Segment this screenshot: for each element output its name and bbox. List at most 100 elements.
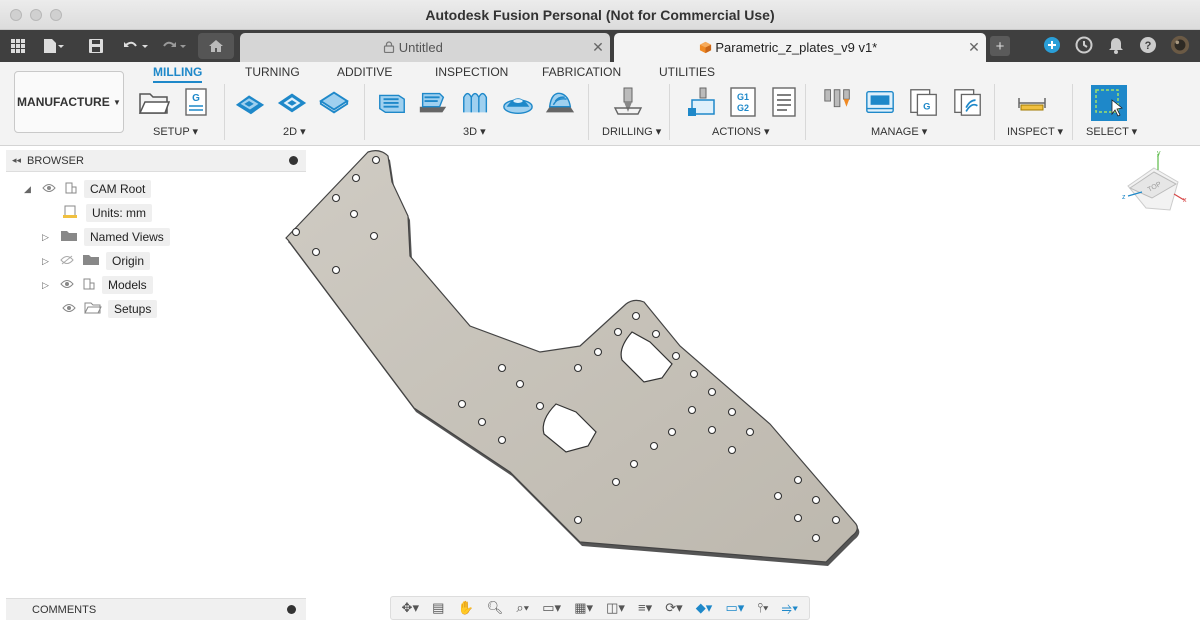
2d-face-icon[interactable] — [318, 86, 350, 118]
plate-hole — [351, 173, 361, 183]
viewports-icon[interactable]: ◫▾ — [606, 600, 625, 616]
user-avatar[interactable] — [1170, 35, 1190, 55]
group-select-label[interactable]: SELECT ▾ — [1086, 125, 1137, 138]
plate-model[interactable]: TOP y z x — [0, 146, 1200, 630]
tool-library-icon[interactable] — [822, 86, 854, 118]
plate-hole — [687, 405, 697, 415]
collapse-browser-icon[interactable]: ◂◂ — [12, 155, 21, 166]
plate-hole — [811, 533, 821, 543]
machine-display-icon[interactable]: ▭▾ — [725, 600, 744, 616]
post-process-icon[interactable]: G1 G2 — [727, 86, 759, 118]
section-analysis-icon[interactable]: ≡▾ — [638, 600, 652, 616]
group-2d-label[interactable]: 2D ▾ — [283, 125, 306, 138]
close-tab-untitled-icon[interactable]: ✕ — [586, 39, 610, 56]
browser-panel-header[interactable]: ◂◂ BROWSER — [6, 150, 306, 172]
workspace-label: MANUFACTURE — [17, 95, 110, 109]
3d-scallop-icon[interactable] — [544, 86, 576, 118]
notifications-bell-icon[interactable] — [1106, 35, 1126, 55]
zoom-icon[interactable]: 🔍︎ — [487, 600, 504, 616]
tree-item-cam-root[interactable]: ◢ CAM Root — [24, 179, 152, 199]
redo-icon[interactable] — [160, 37, 188, 55]
toolpath-display-icon[interactable]: ⥤▾ — [782, 600, 799, 616]
tree-item-models[interactable]: ▷ Models — [42, 275, 153, 295]
new-tab-icon[interactable]: + — [990, 36, 1010, 56]
hidden-eye-icon[interactable] — [60, 254, 74, 268]
2d-adaptive-icon[interactable] — [234, 86, 266, 118]
view-cube[interactable]: TOP y z x — [1122, 150, 1187, 211]
rotate-view-icon[interactable]: ⟳▾ — [665, 600, 682, 616]
pan-hand-icon[interactable]: ✋ — [457, 600, 473, 616]
close-tab-parametric-icon[interactable]: ✕ — [962, 39, 986, 56]
plate-hole — [477, 417, 487, 427]
drill-icon[interactable] — [612, 86, 644, 118]
plate-hole — [629, 459, 639, 469]
template-library-icon[interactable] — [952, 86, 984, 118]
nc-program-icon[interactable]: G — [180, 86, 212, 118]
tab-parametric-z-plates[interactable]: Parametric_z_plates_v9 v1* ✕ — [614, 33, 986, 62]
expand-arrow-icon[interactable]: ▷ — [42, 280, 54, 291]
group-3d-label[interactable]: 3D ▾ — [463, 125, 486, 138]
file-menu-icon[interactable] — [42, 37, 64, 55]
machine-library-icon[interactable] — [864, 86, 896, 118]
new-setup-folder-icon[interactable] — [138, 86, 170, 118]
extensions-icon[interactable] — [1042, 35, 1062, 55]
help-icon[interactable]: ? — [1138, 35, 1158, 55]
undo-icon[interactable] — [122, 37, 150, 55]
tab-inspection[interactable]: INSPECTION — [435, 65, 508, 79]
tab-fabrication[interactable]: FABRICATION — [542, 65, 621, 79]
group-drilling-label[interactable]: DRILLING ▾ — [602, 125, 661, 138]
plate-hole — [793, 513, 803, 523]
simulate-icon[interactable] — [686, 86, 718, 118]
workspace-switcher-button[interactable]: MANUFACTURE ▼ — [14, 71, 124, 133]
tab-milling[interactable]: MILLING — [153, 65, 203, 83]
job-status-icon[interactable] — [1074, 35, 1094, 55]
group-manage-label[interactable]: MANAGE ▾ — [871, 125, 927, 138]
browser-pin-icon[interactable] — [289, 156, 298, 165]
tab-utilities[interactable]: UTILITIES — [659, 65, 715, 79]
look-at-icon[interactable]: ▤ — [432, 600, 444, 616]
group-setup-label[interactable]: SETUP ▾ — [153, 125, 198, 138]
expand-arrow-icon[interactable]: ▷ — [42, 232, 54, 243]
comments-add-icon[interactable] — [287, 605, 296, 614]
tool-display-icon[interactable]: ⫯▾ — [757, 600, 768, 616]
display-settings-icon[interactable]: ▭▾ — [542, 600, 561, 616]
expand-arrow-icon[interactable]: ▷ — [42, 256, 54, 267]
visibility-eye-icon[interactable] — [62, 302, 76, 316]
3d-parallel-icon[interactable] — [460, 86, 492, 118]
3d-adaptive-icon[interactable] — [376, 86, 408, 118]
home-icon[interactable] — [198, 33, 234, 59]
plate-hole — [831, 515, 841, 525]
3d-radial-icon[interactable] — [502, 86, 534, 118]
tab-untitled[interactable]: Untitled ✕ — [240, 33, 610, 62]
stock-display-icon[interactable]: ◆▾ — [696, 600, 713, 616]
measure-icon[interactable] — [1016, 86, 1048, 118]
tree-item-units[interactable]: Units: mm — [62, 203, 152, 223]
3d-pocket-icon[interactable] — [417, 86, 449, 118]
grid-menu-icon[interactable] — [10, 37, 26, 55]
plate-body — [285, 150, 858, 563]
collapse-arrow-icon[interactable]: ◢ — [24, 184, 36, 195]
tree-item-named-views[interactable]: ▷ Named Views — [42, 227, 170, 247]
2d-pocket-icon[interactable] — [276, 86, 308, 118]
group-inspect-label[interactable]: INSPECT ▾ — [1007, 125, 1063, 138]
comments-panel-header[interactable]: COMMENTS — [6, 598, 306, 620]
post-library-icon[interactable]: G — [908, 86, 940, 118]
tree-item-setups[interactable]: Setups — [56, 299, 158, 319]
grid-settings-icon[interactable]: ▦▾ — [574, 600, 593, 616]
separator — [805, 84, 806, 140]
setup-sheet-icon[interactable] — [768, 86, 800, 118]
plate-hole — [369, 231, 379, 241]
select-tool-icon[interactable] — [1090, 84, 1128, 122]
tab-turning[interactable]: TURNING — [245, 65, 300, 79]
tab-parametric-label: Parametric_z_plates_v9 v1* — [715, 40, 878, 55]
visibility-eye-icon[interactable] — [60, 278, 74, 292]
canvas-viewport[interactable]: TOP y z x — [0, 146, 1200, 630]
group-actions-label[interactable]: ACTIONS ▾ — [712, 125, 769, 138]
plate-hole — [611, 477, 621, 487]
visibility-eye-icon[interactable] — [42, 182, 56, 196]
tab-additive[interactable]: ADDITIVE — [337, 65, 392, 79]
tree-item-origin[interactable]: ▷ Origin — [42, 251, 151, 271]
save-icon[interactable] — [88, 37, 104, 55]
fit-icon[interactable]: ⌕▾ — [516, 600, 529, 616]
orbit-icon[interactable]: ✥▾ — [402, 600, 419, 616]
